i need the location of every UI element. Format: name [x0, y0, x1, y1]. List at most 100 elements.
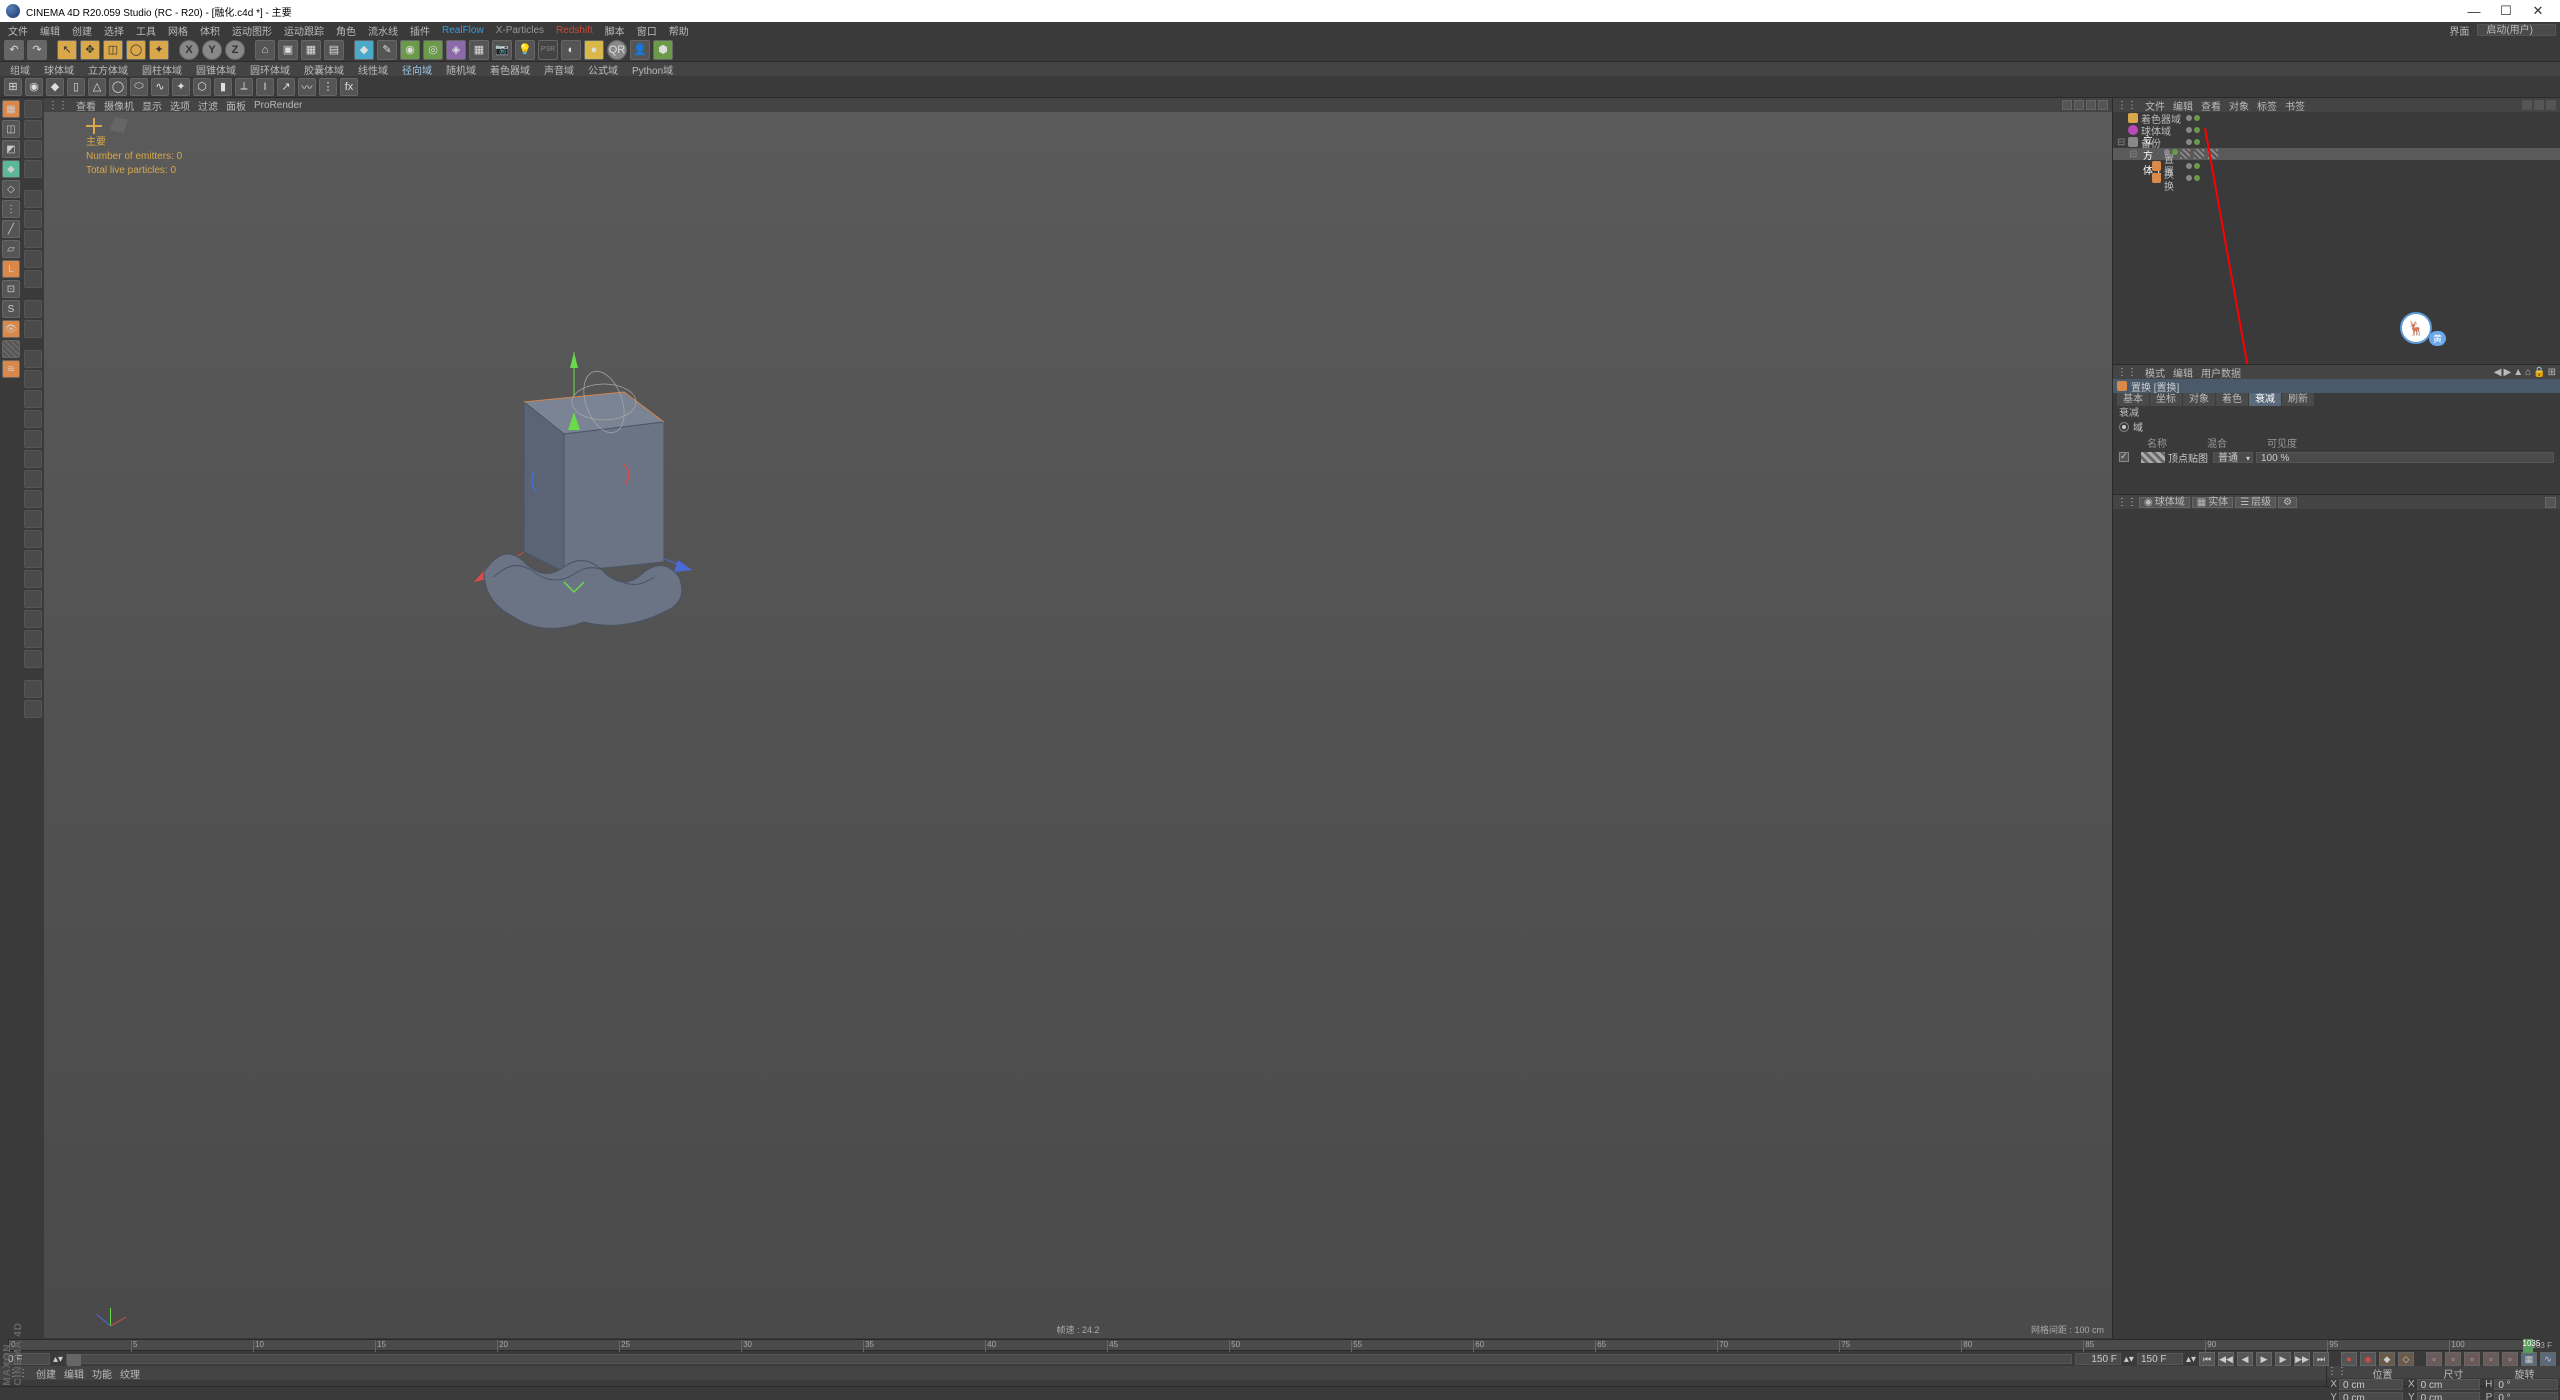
z-axis-button[interactable]: Z — [225, 40, 245, 60]
obj-shader[interactable]: 着色器域 — [2113, 112, 2560, 124]
vp-nav-2[interactable] — [2074, 100, 2084, 110]
vp-options[interactable]: 选项 — [170, 98, 190, 113]
timeline-btn[interactable]: ▦ — [2521, 1352, 2537, 1366]
lt2-25[interactable] — [24, 610, 42, 628]
play-button[interactable]: ▶ — [2256, 1352, 2272, 1366]
goto-end-button[interactable]: ⏭ — [2313, 1352, 2329, 1366]
fcurve-btn[interactable]: ∿ — [2540, 1352, 2556, 1366]
om-path-icon[interactable] — [2546, 100, 2556, 110]
lt2-15[interactable] — [24, 410, 42, 428]
bm-tex[interactable]: 纹理 — [120, 1366, 140, 1381]
tool-d-button[interactable]: 👤 — [630, 40, 650, 60]
tab-torus[interactable]: 圆环体域 — [244, 62, 296, 77]
vp-grip[interactable]: ⋮⋮ — [48, 100, 68, 111]
mp-solid[interactable]: ▦实体 — [2192, 497, 2233, 508]
ft-4[interactable]: ▯ — [67, 78, 85, 96]
vp-filter[interactable]: 过滤 — [198, 98, 218, 113]
recent-tool-button[interactable]: ✦ — [149, 40, 169, 60]
render-view-button[interactable]: ▣ — [278, 40, 298, 60]
cube-prim-button[interactable]: ◆ — [354, 40, 374, 60]
minimize-button[interactable]: — — [2458, 1, 2490, 21]
ft-6[interactable]: ◯ — [109, 78, 127, 96]
menu-plugins[interactable]: 插件 — [406, 23, 434, 38]
lt-edit1[interactable]: ◆ — [2, 160, 20, 178]
attr-tab-refresh[interactable]: 刷新 — [2282, 393, 2314, 406]
tool-c-button[interactable]: QR — [607, 40, 627, 60]
tab-cylinder[interactable]: 圆柱体域 — [136, 62, 188, 77]
lt2-18[interactable] — [24, 470, 42, 488]
layout-select[interactable]: 启动(用户) — [2477, 24, 2556, 36]
lt-workplane[interactable]: ◩ — [2, 140, 20, 158]
attr-tab-basic[interactable]: 基本 — [2117, 393, 2149, 406]
tool-e-button[interactable]: ⬢ — [653, 40, 673, 60]
am-nav-up[interactable]: ▲ — [2513, 367, 2523, 378]
param-key-button[interactable]: ▫ — [2483, 1352, 2499, 1366]
live-select-button[interactable]: ↖ — [57, 40, 77, 60]
ft-5[interactable]: △ — [88, 78, 106, 96]
lt-points[interactable]: ⋮ — [2, 200, 20, 218]
goto-start-button[interactable]: ⏮ — [2199, 1352, 2215, 1366]
lt2-4[interactable] — [24, 160, 42, 178]
lt2-26[interactable] — [24, 630, 42, 648]
ft-12[interactable]: ⟂ — [235, 78, 253, 96]
lt-axis[interactable]: L — [2, 260, 20, 278]
om-filter-icon[interactable] — [2534, 100, 2544, 110]
lt2-17[interactable] — [24, 450, 42, 468]
render-region-button[interactable]: ▦ — [301, 40, 321, 60]
lt2-28[interactable] — [24, 680, 42, 698]
vp-display[interactable]: 显示 — [142, 98, 162, 113]
generator-button[interactable]: ◎ — [423, 40, 443, 60]
pos-key-button[interactable]: ▫ — [2426, 1352, 2442, 1366]
attr-tab-object[interactable]: 对象 — [2183, 393, 2215, 406]
deformer-button[interactable]: ◈ — [446, 40, 466, 60]
range-end[interactable]: 150 F — [2137, 1353, 2183, 1365]
mp-grip[interactable]: ⋮⋮ — [2117, 497, 2137, 508]
field-swatch[interactable] — [2141, 452, 2165, 463]
lt2-5[interactable] — [24, 190, 42, 208]
maximize-button[interactable]: ☐ — [2490, 1, 2522, 21]
am-userdata[interactable]: 用户数据 — [2201, 365, 2241, 380]
tab-capsule[interactable]: 胶囊体域 — [298, 62, 350, 77]
vp-camera[interactable]: 摄像机 — [104, 98, 134, 113]
rotate-button[interactable]: ◯ — [126, 40, 146, 60]
menu-xparticles[interactable]: X-Particles — [492, 25, 548, 36]
scale-button[interactable]: ◫ — [103, 40, 123, 60]
ft-3[interactable]: ◆ — [46, 78, 64, 96]
ft-10[interactable]: ⬡ — [193, 78, 211, 96]
timeline[interactable]: 0510152025303540455055606570758085909510… — [0, 1338, 2560, 1352]
lt-wire[interactable] — [2, 340, 20, 358]
menu-realflow[interactable]: RealFlow — [438, 25, 488, 36]
lt2-1[interactable] — [24, 100, 42, 118]
prev-frame-button[interactable]: ◀ — [2237, 1352, 2253, 1366]
autokey-button[interactable]: ◉ — [2360, 1352, 2376, 1366]
menu-file[interactable]: 文件 — [4, 23, 32, 38]
vp-nav-3[interactable] — [2086, 100, 2096, 110]
lt2-19[interactable] — [24, 490, 42, 508]
vp-nav-1[interactable] — [2062, 100, 2072, 110]
lt2-7[interactable] — [24, 230, 42, 248]
pen-tool-button[interactable]: ✎ — [377, 40, 397, 60]
menu-motrack[interactable]: 运动跟踪 — [280, 23, 328, 38]
om-tags[interactable]: 标签 — [2257, 98, 2277, 113]
lt2-9[interactable] — [24, 270, 42, 288]
vp-panel[interactable]: 面板 — [226, 98, 246, 113]
menu-tools[interactable]: 工具 — [132, 23, 160, 38]
ft-2[interactable]: ◉ — [25, 78, 43, 96]
om-bookmark[interactable]: 书签 — [2285, 98, 2305, 113]
lt2-29[interactable] — [24, 700, 42, 718]
tab-linear[interactable]: 线性域 — [352, 62, 394, 77]
menu-volume[interactable]: 体积 — [196, 23, 224, 38]
menu-help[interactable]: 帮助 — [665, 23, 693, 38]
menu-create[interactable]: 创建 — [68, 23, 96, 38]
ft-8[interactable]: ∿ — [151, 78, 169, 96]
environment-button[interactable]: ▦ — [469, 40, 489, 60]
object-tree[interactable]: 着色器域 球体域 ⊟ 备份 ⊟ 立方体.1 置换 — [2113, 112, 2560, 364]
x-axis-button[interactable]: X — [179, 40, 199, 60]
lt-polys[interactable]: ▱ — [2, 240, 20, 258]
undo-button[interactable]: ↶ — [4, 40, 24, 60]
attr-tab-coord[interactable]: 坐标 — [2150, 393, 2182, 406]
obj-sphere[interactable]: 球体域 — [2113, 124, 2560, 136]
lt2-16[interactable] — [24, 430, 42, 448]
lt2-13[interactable] — [24, 370, 42, 388]
rot-key-button[interactable]: ▫ — [2464, 1352, 2480, 1366]
